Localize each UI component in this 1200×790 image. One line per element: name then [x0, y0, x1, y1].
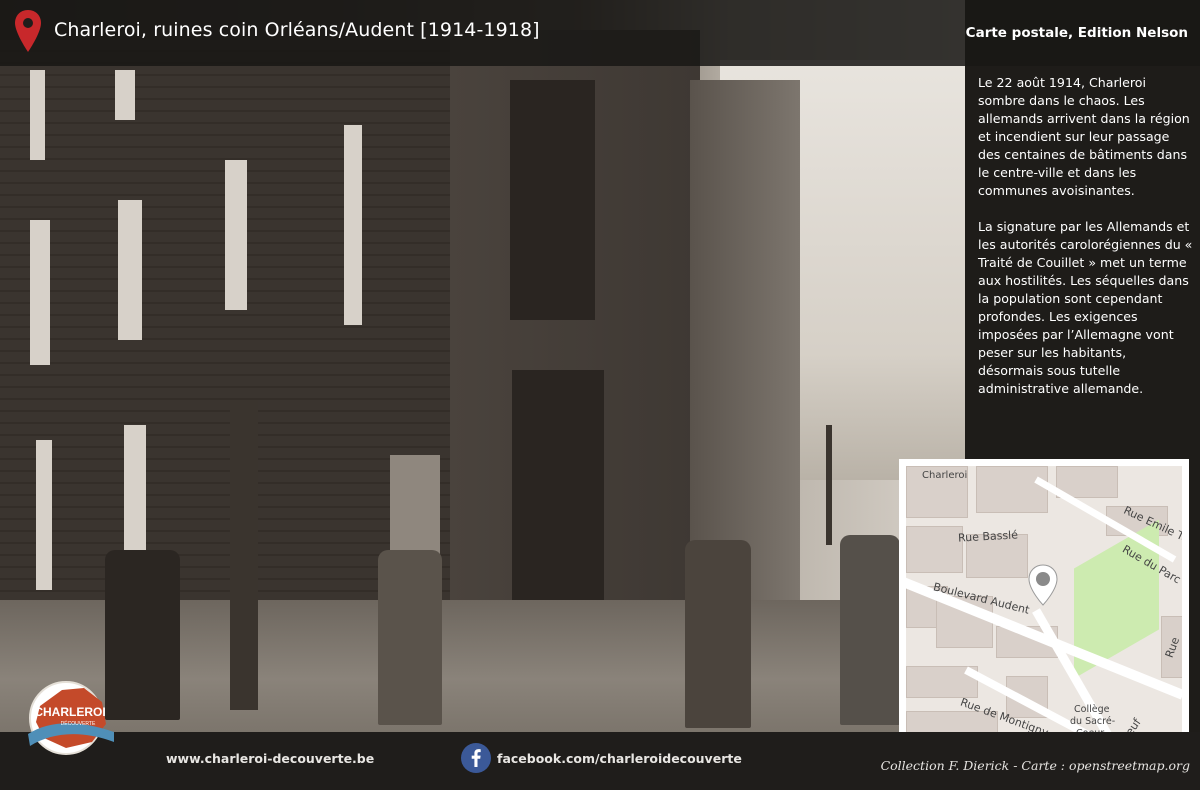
photo-burnt-doorway [512, 370, 604, 630]
map-pin-icon [15, 10, 41, 52]
map-label: Charleroi [922, 470, 968, 481]
map-label: du Sacré- [1070, 716, 1116, 727]
postcard-page: Charleroi, ruines coin Orléans/Audent [1… [0, 0, 1200, 790]
photo-window [30, 70, 45, 160]
photo-window [36, 440, 52, 590]
description-paragraph: Le 22 août 1914, Charleroi sombre dans l… [978, 75, 1190, 198]
photo-window [115, 70, 135, 120]
photo-soldier [840, 535, 900, 725]
logo-title: CHARLEROI [34, 705, 105, 719]
description-paragraph: La signature par les Allemands et les au… [978, 219, 1193, 396]
photo-soldier [685, 540, 751, 728]
photo-burnt-window [510, 80, 595, 320]
page-title: Charleroi, ruines coin Orléans/Audent [1… [54, 19, 540, 41]
facebook-icon[interactable] [461, 743, 491, 773]
photo-building-far [690, 80, 800, 600]
map-block [906, 526, 963, 573]
website-link[interactable]: www.charleroi-decouverte.be [166, 751, 374, 766]
photo-window [225, 160, 247, 310]
facebook-link[interactable]: facebook.com/charleroidecouverte [497, 751, 742, 766]
map-label: Collège [1074, 704, 1110, 715]
postcard-source: Carte postale, Edition Nelson [965, 25, 1188, 41]
photo-soldier [378, 550, 442, 725]
logo-subtitle: DÉCOUVERTE [61, 720, 96, 727]
description-text: Le 22 août 1914, Charleroi sombre dans l… [978, 74, 1194, 416]
map-canvas[interactable]: Charleroi Rue Basslé Rue Emile Tu Rue du… [906, 466, 1182, 742]
facebook-glyph [471, 749, 481, 767]
photo-window [344, 125, 362, 325]
photo-lamppost-far [826, 425, 832, 545]
charleroi-decouverte-logo[interactable]: CHARLEROI DÉCOUVERTE [22, 676, 120, 760]
photo-window [118, 200, 142, 340]
historic-photo [0, 0, 965, 732]
photo-lamppost [230, 400, 258, 710]
photo-sign [390, 455, 440, 555]
map-marker-icon[interactable] [1028, 564, 1058, 606]
image-credit: Collection F. Dierick - Carte : openstre… [880, 758, 1190, 773]
photo-window [30, 220, 50, 365]
map-block [976, 466, 1048, 513]
location-map[interactable]: Charleroi Rue Basslé Rue Emile Tu Rue du… [899, 459, 1189, 749]
